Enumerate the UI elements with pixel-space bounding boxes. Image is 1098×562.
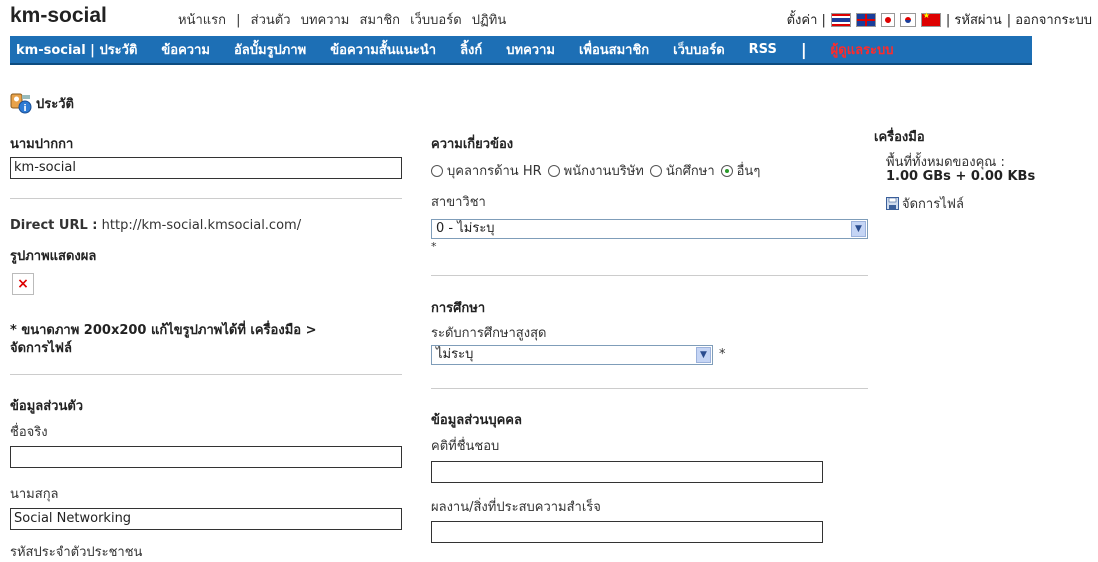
profile-info-icon: i: [10, 93, 32, 114]
svg-text:i: i: [23, 104, 26, 114]
motto-input[interactable]: [431, 461, 823, 483]
radio-other[interactable]: [720, 164, 733, 177]
achievement-label: ผลงาน/สิ่งที่ประสบความสำเร็จ: [431, 500, 601, 515]
chevron-down-icon[interactable]: ▼: [851, 221, 866, 237]
radio-student-label: นักศึกษา: [665, 164, 715, 179]
relation-radio-group: บุคลากรด้าน HR พนักงานบริษัท นักศึกษา อื…: [431, 160, 760, 181]
top-nav-separator: |: [236, 13, 241, 28]
manage-files-link[interactable]: จัดการไฟล์: [886, 193, 964, 214]
top-nav-members[interactable]: สมาชิก: [360, 13, 401, 28]
field-of-study-label: สาขาวิชา: [431, 195, 486, 210]
top-nav-calendar[interactable]: ปฏิทิน: [472, 13, 506, 28]
nav-articles[interactable]: บทความ: [506, 39, 555, 60]
radio-employee-label: พนักงานบริษัท: [563, 164, 644, 179]
nav-short-messages[interactable]: ข้อความสั้นแนะนำ: [330, 39, 436, 60]
chevron-down-icon[interactable]: ▼: [696, 347, 711, 363]
lastname-label: นามสกุล: [10, 487, 59, 502]
nav-webboard[interactable]: เว็บบอร์ด: [673, 39, 724, 60]
logout-link[interactable]: | ออกจากระบบ: [1007, 9, 1092, 30]
education-level-label: ระดับการศึกษาสูงสุด: [431, 326, 547, 341]
personal-info-header: ข้อมูลส่วนตัว: [10, 399, 84, 414]
storage-space-value: 1.00 GBs + 0.00 KBs: [886, 169, 1036, 184]
top-nav: หน้าแรก | ส่วนตัว บทความ สมาชิก เว็บบอร์…: [178, 9, 512, 30]
broken-image-icon: ×: [12, 273, 34, 295]
field-of-study-value: 0 - ไม่ระบุ: [436, 221, 495, 236]
motto-label: คติที่ชื่นชอบ: [431, 439, 500, 454]
floppy-disk-icon: [886, 197, 899, 210]
radio-hr-label: บุคลากรด้าน HR: [447, 164, 542, 179]
tools-header: เครื่องมือ: [874, 130, 925, 145]
divider: [431, 388, 868, 389]
radio-other-label: อื่นๆ: [736, 164, 761, 179]
nav-profile[interactable]: km-social | ประวัติ: [16, 39, 137, 60]
lastname-input[interactable]: Social Networking: [10, 508, 402, 530]
education-level-select[interactable]: ไม่ระบุ ▼: [431, 345, 713, 365]
nav-links[interactable]: ลิ้งก์: [460, 39, 482, 60]
firstname-input[interactable]: [10, 446, 402, 468]
nav-messages[interactable]: ข้อความ: [161, 39, 210, 60]
nav-admin[interactable]: ผู้ดูแลระบบ: [831, 39, 894, 60]
settings-link[interactable]: ตั้งค่า |: [787, 9, 826, 30]
individual-info-header: ข้อมูลส่วนบุคคล: [431, 413, 522, 428]
top-nav-home[interactable]: หน้าแรก: [178, 13, 226, 28]
education-level-value: ไม่ระบุ: [436, 347, 474, 362]
idcard-label: รหัสประจำตัวประชาชน: [10, 545, 143, 560]
penname-input[interactable]: km-social: [10, 157, 402, 179]
divider: [10, 374, 402, 375]
thai-flag-icon[interactable]: [830, 12, 851, 27]
penname-label: นามปากกา: [10, 137, 74, 152]
china-flag-icon[interactable]: [920, 11, 941, 27]
top-bar: km-social หน้าแรก | ส่วนตัว บทความ สมาชิ…: [0, 0, 1098, 36]
site-logo[interactable]: km-social: [10, 4, 107, 28]
divider: [10, 198, 402, 199]
top-right-links: ตั้งค่า | | รหัสผ่าน | ออกจากระบบ: [787, 9, 1092, 30]
nav-albums[interactable]: อัลบั้มรูปภาพ: [234, 39, 306, 60]
divider: [431, 275, 868, 276]
nav-separator: |: [800, 40, 807, 59]
main-navbar: km-social | ประวัติ ข้อความ อัลบั้มรูปภา…: [10, 36, 1032, 65]
top-nav-articles[interactable]: บทความ: [301, 13, 350, 28]
required-marker: *: [431, 240, 437, 253]
radio-employee[interactable]: [547, 164, 560, 177]
radio-student[interactable]: [649, 164, 662, 177]
required-marker: *: [719, 347, 726, 362]
nav-friends[interactable]: เพื่อนสมาชิก: [579, 39, 649, 60]
top-nav-webboard[interactable]: เว็บบอร์ด: [410, 13, 461, 28]
nav-rss[interactable]: RSS: [749, 42, 777, 57]
education-header: การศึกษา: [431, 301, 486, 316]
japan-flag-icon[interactable]: [880, 12, 895, 27]
field-of-study-select[interactable]: 0 - ไม่ระบุ ▼: [431, 219, 868, 239]
password-link[interactable]: | รหัสผ่าน: [946, 9, 1002, 30]
direct-url-value[interactable]: http://km-social.kmsocial.com/: [102, 218, 301, 233]
firstname-label: ชื่อจริง: [10, 425, 48, 440]
radio-hr[interactable]: [431, 164, 443, 177]
direct-url-label: Direct URL :: [10, 218, 98, 233]
relation-header: ความเกี่ยวข้อง: [431, 137, 514, 152]
korea-flag-icon[interactable]: [899, 12, 916, 27]
top-nav-personal[interactable]: ส่วนตัว: [251, 13, 291, 28]
uk-flag-icon[interactable]: [855, 12, 876, 27]
display-image-label: รูปภาพแสดงผล: [10, 249, 97, 264]
manage-files-label: จัดการไฟล์: [902, 197, 964, 212]
direct-url: Direct URL : http://km-social.kmsocial.c…: [10, 218, 301, 233]
page-title: ประวัติ: [36, 97, 74, 112]
manage-files-note[interactable]: จัดการไฟล์: [10, 337, 72, 358]
achievement-input[interactable]: [431, 521, 823, 543]
